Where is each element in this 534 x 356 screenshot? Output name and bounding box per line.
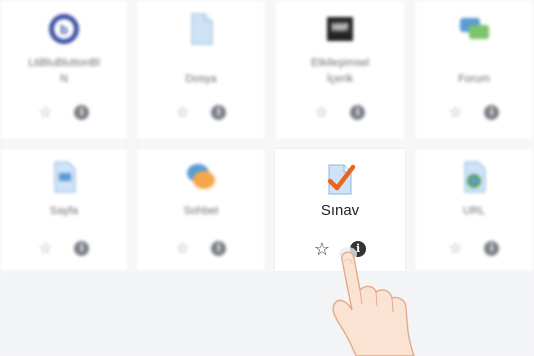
interactive-content-icon: H5P bbox=[322, 11, 358, 47]
star-icon[interactable]: ☆ bbox=[315, 105, 328, 121]
star-icon[interactable]: ☆ bbox=[176, 241, 189, 257]
tile-forum[interactable]: Forum ☆ i bbox=[414, 0, 534, 140]
page-icon bbox=[46, 159, 82, 195]
tile-file[interactable]: Dosya ☆ i bbox=[136, 0, 266, 140]
star-icon[interactable]: ☆ bbox=[449, 105, 462, 121]
info-icon[interactable]: i bbox=[484, 241, 500, 256]
tile-label: Dosya bbox=[185, 73, 217, 85]
activity-chooser: b LtiBluBluttonBl N ☆ i Dosya ☆ i H5P Etk… bbox=[0, 0, 534, 356]
tile-actions: ☆ i bbox=[137, 105, 265, 121]
info-icon[interactable]: i bbox=[74, 105, 90, 120]
tile-actions: ☆ i bbox=[1, 105, 127, 121]
file-icon bbox=[183, 11, 219, 47]
info-icon[interactable]: i bbox=[211, 241, 227, 256]
info-icon[interactable]: i bbox=[211, 105, 227, 120]
tile-label: Sohbet bbox=[183, 205, 219, 217]
chat-icon bbox=[183, 159, 219, 195]
tile-url[interactable]: URL ☆ i bbox=[414, 148, 534, 272]
tile-bigbluebutton[interactable]: b LtiBluBluttonBl N ☆ i bbox=[0, 0, 128, 140]
tile-actions: ☆ i bbox=[415, 105, 533, 121]
tile-actions: ☆ i bbox=[1, 241, 127, 257]
star-icon[interactable]: ☆ bbox=[39, 105, 52, 121]
forum-icon bbox=[456, 11, 492, 47]
tile-label: Sayfa bbox=[49, 205, 79, 217]
info-icon[interactable]: i bbox=[350, 105, 366, 120]
tile-page[interactable]: Sayfa ☆ i bbox=[0, 148, 128, 272]
star-icon[interactable]: ☆ bbox=[39, 241, 52, 257]
bbb-icon: b bbox=[46, 11, 82, 47]
tile-actions: ☆ i bbox=[275, 105, 405, 121]
footer-area bbox=[0, 272, 534, 356]
tile-chat[interactable]: Sohbet ☆ i bbox=[136, 148, 266, 272]
tile-label: LtiBluBluttonBl N bbox=[28, 57, 100, 85]
tile-label: Etkileşimsel İçerik bbox=[310, 57, 370, 85]
activity-grid: b LtiBluBluttonBl N ☆ i Dosya ☆ i H5P Etk… bbox=[0, 0, 534, 272]
tile-label: Sınav bbox=[320, 202, 360, 219]
tile-actions: ☆ i bbox=[137, 241, 265, 257]
info-icon[interactable]: i bbox=[484, 105, 500, 120]
svg-text:H5P: H5P bbox=[332, 23, 348, 32]
svg-text:b: b bbox=[60, 22, 68, 37]
star-icon[interactable]: ☆ bbox=[176, 105, 189, 121]
tile-interactive-content[interactable]: H5P Etkileşimsel İçerik ☆ i bbox=[274, 0, 406, 140]
url-icon bbox=[456, 159, 492, 195]
pointing-hand-icon bbox=[322, 232, 432, 356]
tile-actions: ☆ i bbox=[415, 241, 533, 257]
info-icon[interactable]: i bbox=[74, 241, 90, 256]
tile-label: Forum bbox=[458, 73, 490, 85]
quiz-icon bbox=[322, 161, 358, 197]
star-icon[interactable]: ☆ bbox=[449, 241, 462, 257]
tile-label: URL bbox=[462, 205, 485, 217]
